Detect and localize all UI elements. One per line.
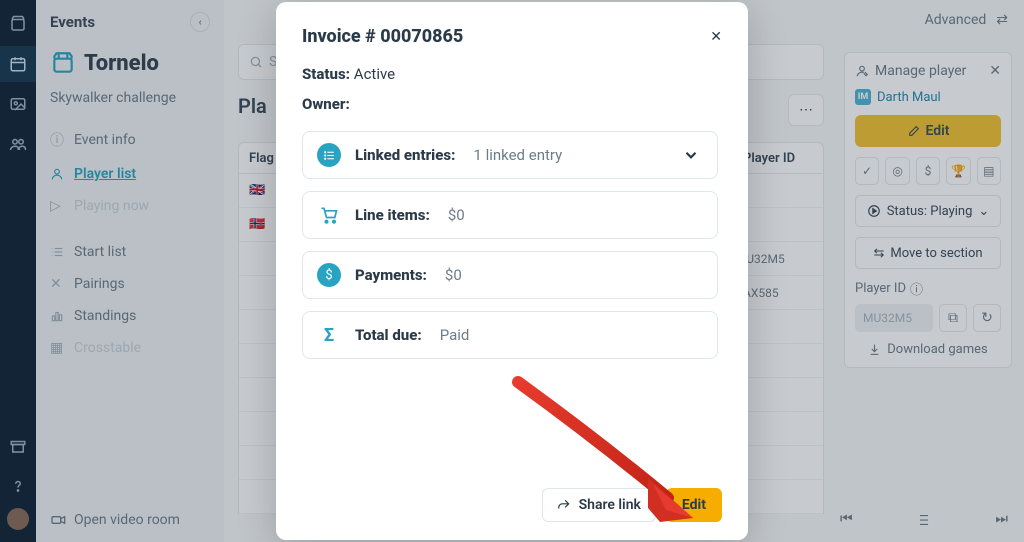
share-icon — [557, 498, 571, 512]
sigma-icon: Σ — [317, 323, 341, 347]
total-due-value: Paid — [440, 326, 470, 344]
owner-label: Owner: — [302, 95, 718, 113]
modal-edit-label: Edit — [682, 497, 706, 513]
payments-value: $0 — [445, 266, 462, 284]
modal-edit-button[interactable]: Edit — [666, 488, 722, 522]
dollar-icon: $ — [317, 263, 341, 287]
share-link-label: Share link — [579, 497, 641, 513]
modal-overlay: Invoice # 00070865 ✕ Status: Active Owne… — [0, 0, 1024, 542]
linked-entries-label: Linked entries: — [355, 146, 455, 164]
linked-icon — [317, 143, 341, 167]
payments-card[interactable]: $ Payments: $0 — [302, 251, 718, 299]
line-items-card[interactable]: Line items: $0 — [302, 191, 718, 239]
total-due-card[interactable]: Σ Total due: Paid — [302, 311, 718, 359]
linked-entries-value: 1 linked entry — [473, 146, 562, 164]
payments-label: Payments: — [355, 266, 427, 284]
status-value: Active — [354, 65, 395, 83]
line-items-value: $0 — [448, 206, 465, 224]
line-items-label: Line items: — [355, 206, 430, 224]
invoice-modal: Invoice # 00070865 ✕ Status: Active Owne… — [276, 2, 748, 540]
share-link-button[interactable]: Share link — [542, 488, 656, 522]
cart-icon — [317, 203, 341, 227]
modal-close-button[interactable]: ✕ — [710, 29, 722, 45]
modal-title: Invoice # 00070865 — [302, 26, 463, 47]
status-label: Status: — [302, 65, 350, 83]
chevron-down-icon — [679, 143, 703, 167]
total-due-label: Total due: — [355, 326, 422, 344]
linked-entries-card[interactable]: Linked entries: 1 linked entry — [302, 131, 718, 179]
